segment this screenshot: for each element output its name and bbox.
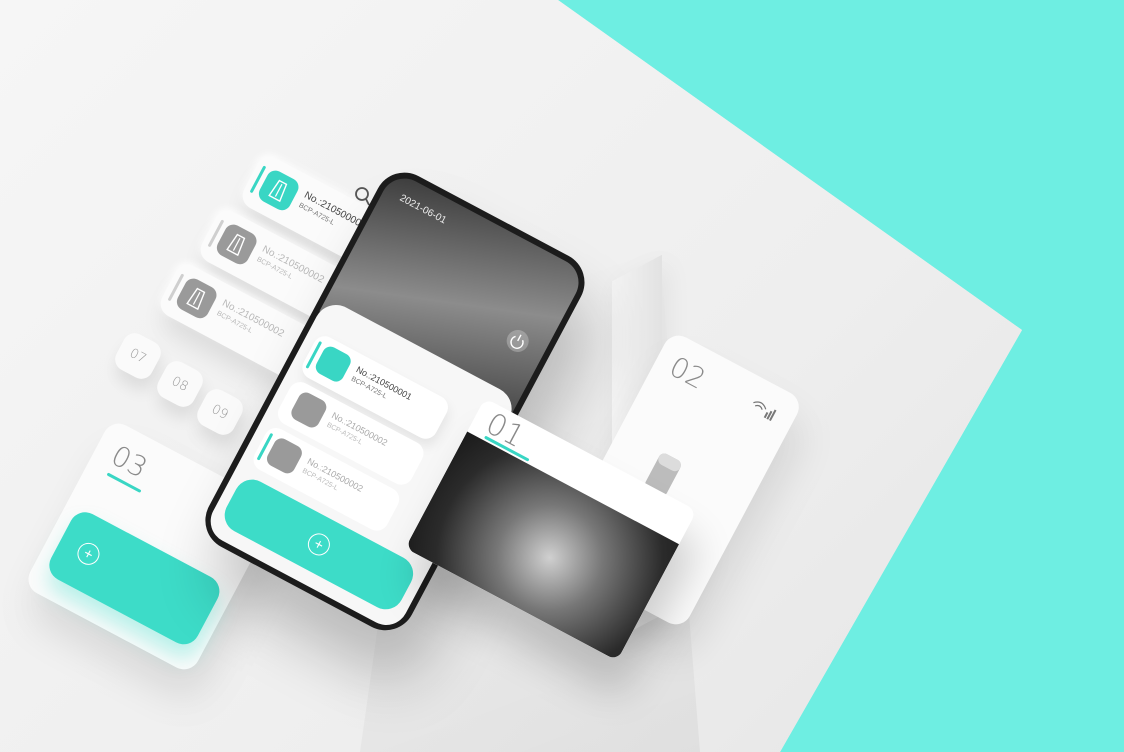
charger-icon (186, 287, 206, 311)
charger-thumbnail (264, 435, 305, 477)
card-number: 02 (664, 349, 712, 396)
plus-icon: + (73, 538, 104, 569)
charger-thumbnail (288, 389, 330, 431)
wifi-signal-icon (753, 401, 777, 422)
charger-thumbnail (173, 275, 220, 322)
charger-thumbnail (312, 343, 354, 385)
charger-icon (268, 179, 288, 203)
plus-icon: + (304, 529, 334, 560)
charger-thumbnail (255, 167, 302, 214)
charger-thumbnail (213, 221, 260, 268)
charger-icon (226, 233, 246, 257)
